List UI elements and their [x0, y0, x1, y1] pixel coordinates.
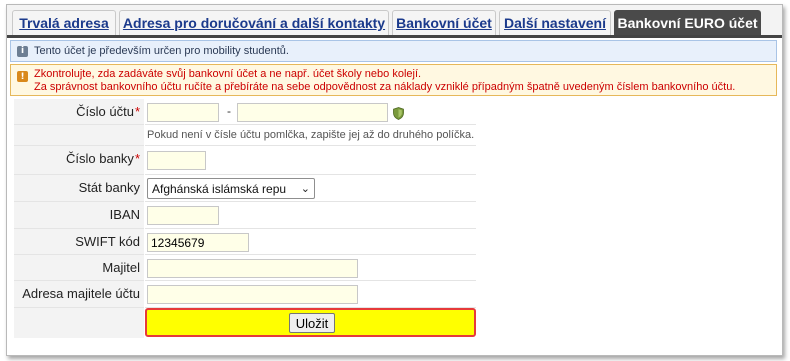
owner-address-row: Adresa majitele účtu	[14, 281, 476, 308]
bank-code-label: Číslo banky*	[14, 146, 144, 175]
bank-account-form: Číslo účtu* - Pokud není v čísle účtu po…	[14, 99, 476, 338]
bank-code-value	[145, 146, 476, 175]
save-button[interactable]: Uložit	[289, 313, 335, 333]
swift-label: SWIFT kód	[14, 229, 144, 255]
iban-label: IBAN	[14, 202, 144, 229]
account-hint-cell: Pokud není v čísle účtu pomlčka, zapište…	[145, 125, 476, 146]
account-number-input[interactable]	[237, 103, 388, 122]
account-separator: -	[227, 104, 231, 118]
save-highlight: Uložit	[145, 308, 476, 337]
owner-row: Majitel	[14, 255, 476, 281]
warning-text: Zkontrolujte, zda zadáváte svůj bankovní…	[34, 68, 735, 94]
account-number-value: -	[145, 99, 476, 125]
owner-address-label: Adresa majitele účtu	[14, 281, 144, 308]
owner-address-value	[145, 281, 476, 308]
owner-value	[145, 255, 476, 281]
account-hint-row: Pokud není v čísle účtu pomlčka, zapište…	[14, 125, 476, 146]
save-label-cell	[14, 308, 144, 338]
warning-line-1: Zkontrolujte, zda zadáváte svůj bankovní…	[34, 68, 422, 80]
account-number-hint: Pokud není v čísle účtu pomlčka, zapište…	[147, 129, 475, 141]
tab-permanent-address[interactable]: Trvalá adresa	[12, 10, 116, 35]
account-number-label-text: Číslo účtu	[76, 104, 134, 119]
owner-label: Majitel	[14, 255, 144, 281]
chevron-down-icon: ⌄	[300, 182, 310, 195]
bank-account-panel: Trvalá adresa Adresa pro doručování a da…	[6, 4, 783, 356]
save-row: Uložit	[14, 308, 476, 338]
tab-other-settings[interactable]: Další nastavení	[499, 10, 611, 35]
tab-delivery-address-contacts[interactable]: Adresa pro doručování a další kontakty	[119, 10, 389, 35]
iban-input[interactable]	[147, 206, 219, 225]
swift-value	[145, 229, 476, 255]
tab-bank-account[interactable]: Bankovní účet	[392, 10, 496, 35]
bank-code-row: Číslo banky*	[14, 146, 476, 175]
bank-country-row: Stát banky Afghánská islámská repu ⌄	[14, 175, 476, 202]
info-message: i Tento účet je především určen pro mobi…	[10, 40, 777, 62]
bank-country-label: Stát banky	[14, 175, 144, 202]
account-number-label: Číslo účtu*	[14, 99, 144, 125]
warning-icon: !	[17, 71, 28, 82]
bank-country-select[interactable]: Afghánská islámská repu ⌄	[147, 178, 315, 199]
bank-code-input[interactable]	[147, 151, 206, 170]
owner-address-input[interactable]	[147, 285, 358, 304]
swift-row: SWIFT kód	[14, 229, 476, 255]
required-mark: *	[134, 151, 140, 166]
account-hint-label-cell	[14, 125, 144, 146]
warning-line-2: Za správnost bankovního účtu ručíte a př…	[34, 81, 736, 93]
bank-country-value: Afghánská islámská repu ⌄	[145, 175, 476, 202]
iban-row: IBAN	[14, 202, 476, 229]
bank-country-selected: Afghánská islámská repu	[152, 181, 287, 196]
shield-icon	[393, 107, 404, 120]
account-number-row: Číslo účtu* -	[14, 99, 476, 125]
info-icon: i	[17, 45, 28, 57]
tab-bar: Trvalá adresa Adresa pro doručování a da…	[7, 5, 782, 38]
warning-message: ! Zkontrolujte, zda zadáváte svůj bankov…	[10, 64, 777, 96]
swift-input[interactable]	[147, 233, 249, 252]
owner-input[interactable]	[147, 259, 358, 278]
tab-bank-euro-account[interactable]: Bankovní EURO účet	[614, 10, 761, 35]
info-message-text: Tento účet je především určen pro mobili…	[34, 45, 289, 57]
required-mark: *	[134, 104, 140, 119]
bank-code-label-text: Číslo banky	[66, 151, 134, 166]
account-prefix-input[interactable]	[147, 103, 219, 122]
iban-value	[145, 202, 476, 229]
